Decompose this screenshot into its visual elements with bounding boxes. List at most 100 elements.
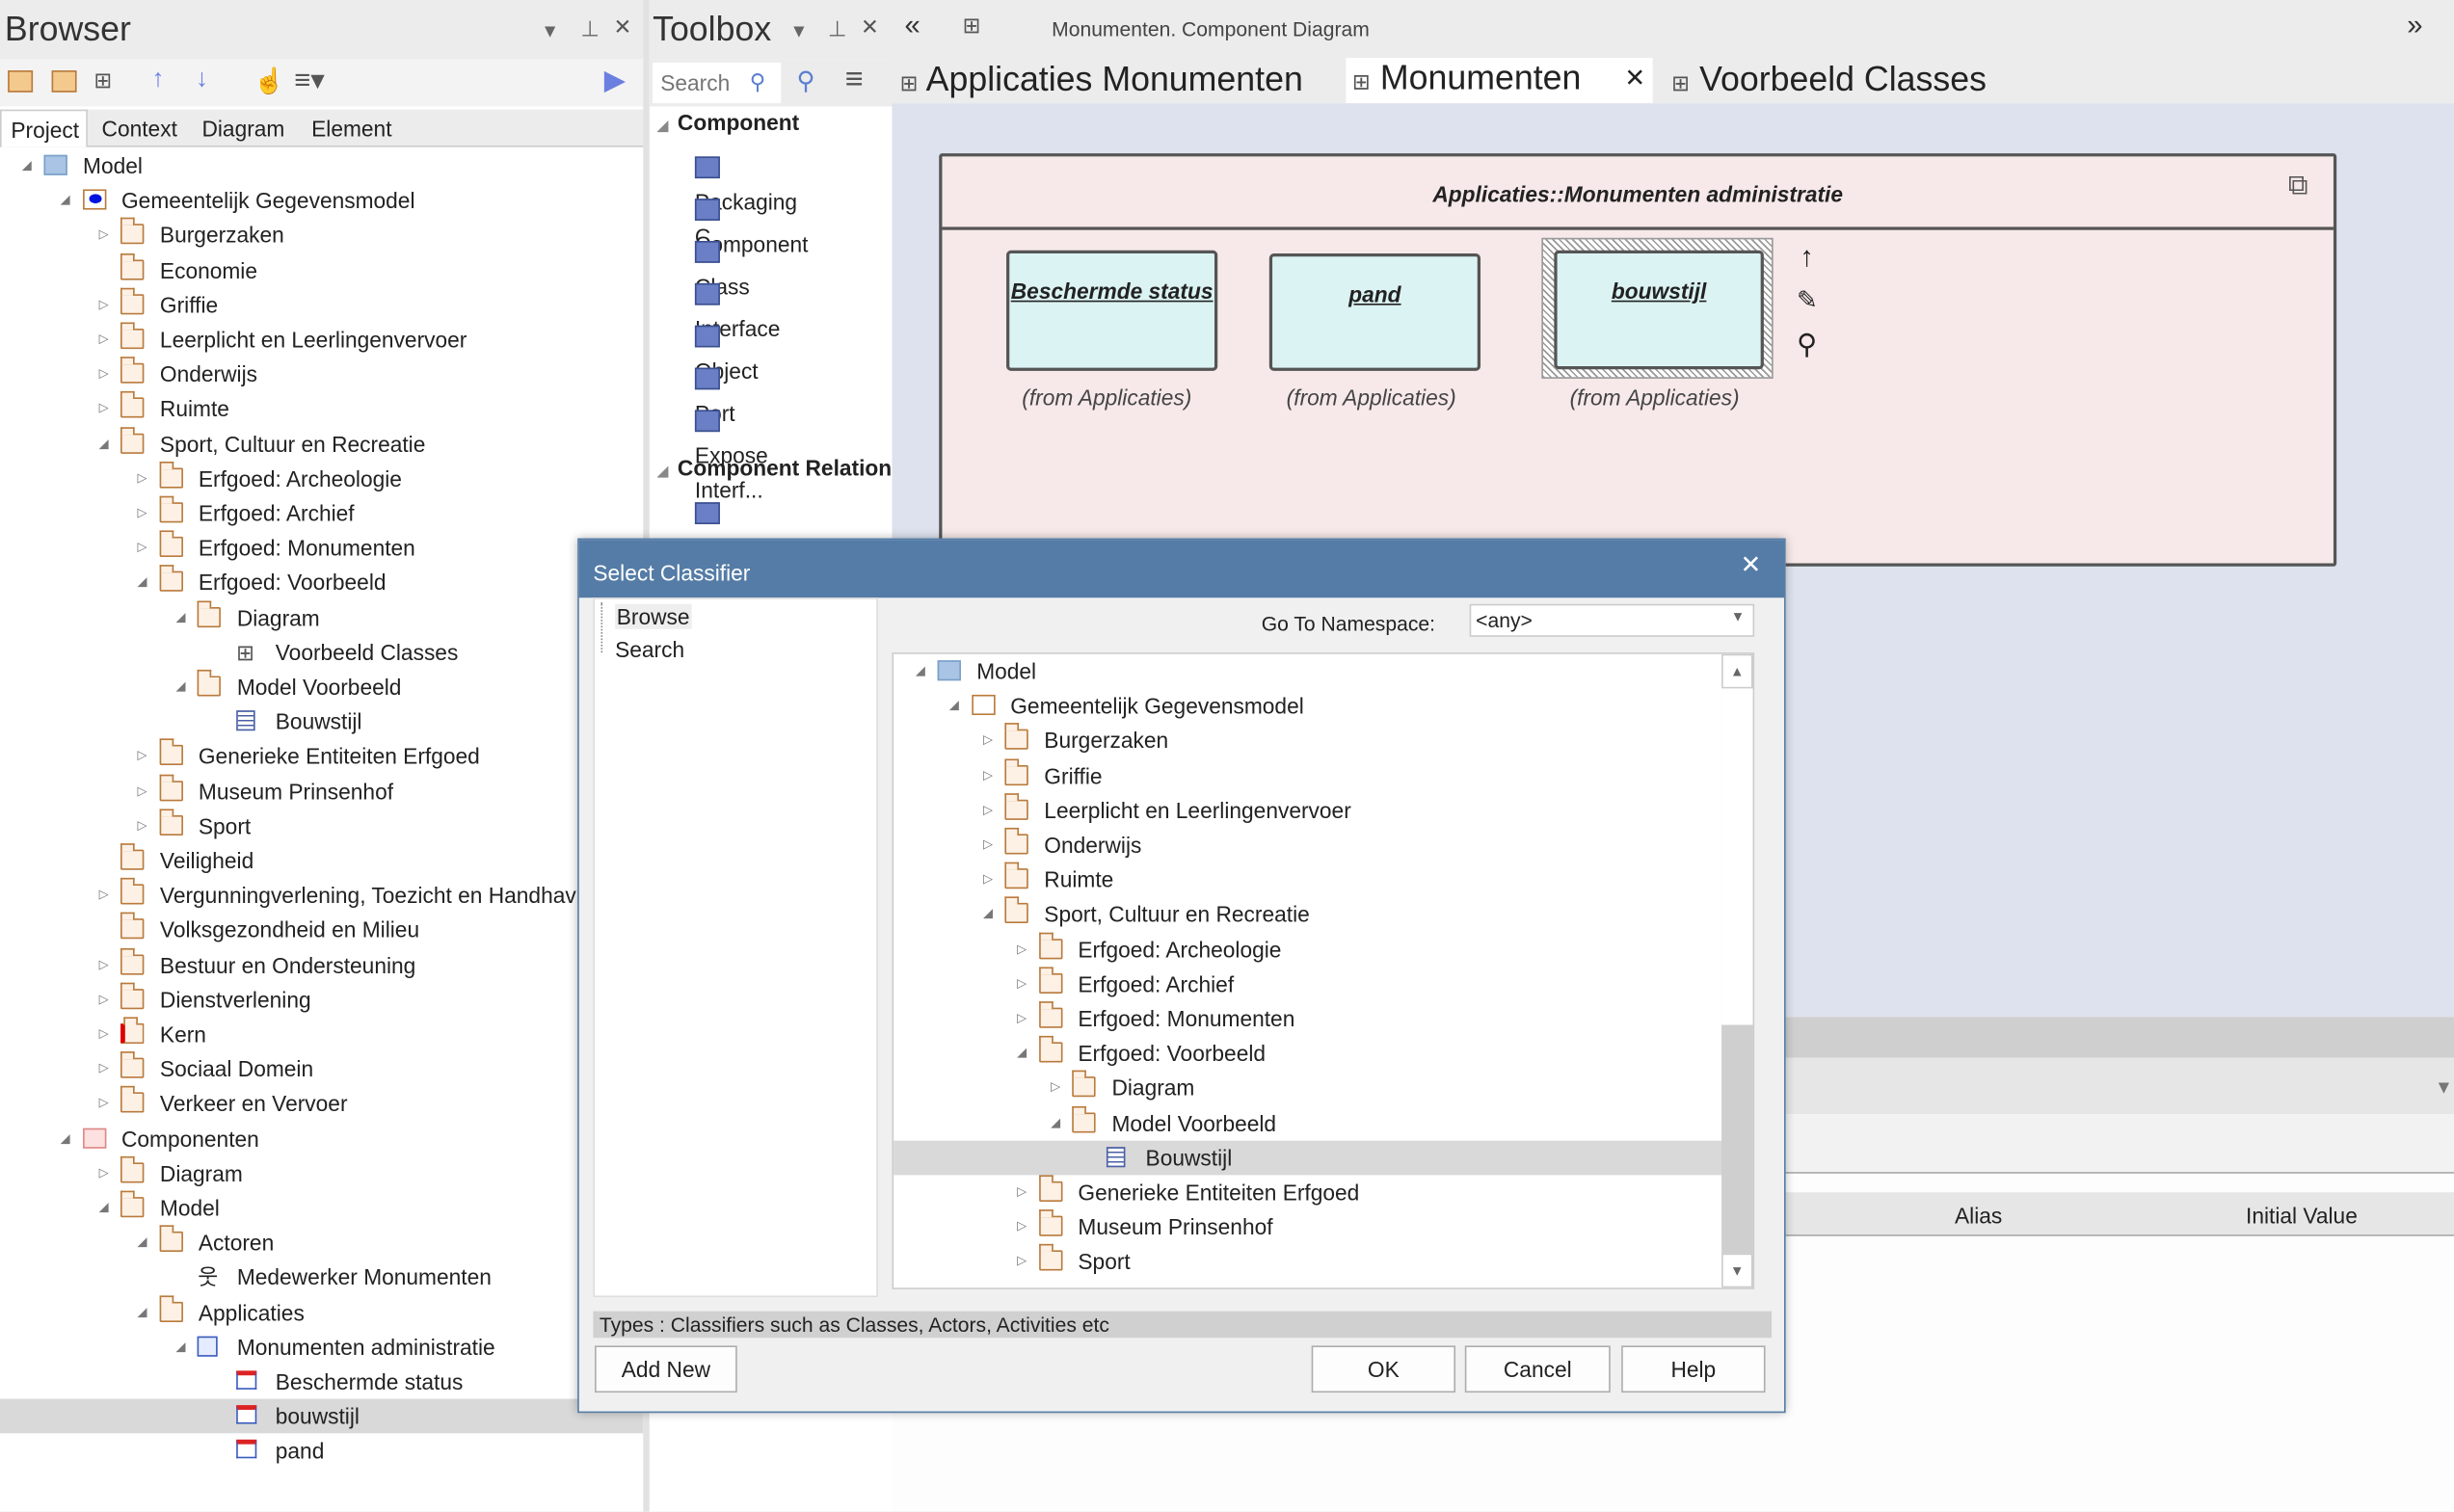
tree-item[interactable]: Economie (0, 252, 643, 287)
locate-icon[interactable]: ☝ (253, 66, 284, 96)
expand-icon[interactable]: ▷ (1017, 967, 1032, 1001)
tree-item[interactable]: ▷ Diagram (0, 1155, 643, 1191)
collapse-icon[interactable]: ◢ (138, 566, 153, 600)
add-new-button[interactable]: Add New (595, 1345, 737, 1393)
tree-item[interactable]: ◢ Gemeentelijk Gegevensmodel (0, 183, 643, 218)
collapse-icon[interactable]: ◢ (1017, 1036, 1032, 1071)
tree-item[interactable]: ▷ Generieke Entiteiten Erfgoed (894, 1175, 1723, 1209)
collapse-icon[interactable]: ◢ (657, 464, 668, 479)
expand-icon[interactable]: ▷ (138, 739, 153, 774)
expand-icon[interactable]: ▷ (99, 358, 115, 392)
move-up-icon[interactable]: ↑ (151, 66, 164, 93)
tree-item[interactable]: ▷ Verkeer en Vervoer (0, 1086, 643, 1121)
tree-item[interactable]: ▷ Museum Prinsenhof (0, 774, 643, 809)
menu-icon[interactable]: ≡▾ (294, 65, 325, 97)
tree-item[interactable]: Veiligheid (0, 843, 643, 878)
expand-icon[interactable]: ▷ (1017, 932, 1032, 967)
move-down-icon[interactable]: ↓ (196, 66, 208, 93)
nav-browse[interactable]: Browse (615, 603, 692, 629)
tree-item[interactable]: ▷ Erfgoed: Archief (894, 967, 1723, 1001)
column-initial-value[interactable]: Initial Value (2246, 1204, 2358, 1229)
collapse-icon[interactable]: ◢ (175, 670, 191, 704)
expand-icon[interactable]: ▷ (99, 1156, 115, 1191)
expand-icon[interactable]: ▷ (1017, 1244, 1032, 1279)
tree-item[interactable]: ◢ Model (894, 654, 1723, 689)
tree-item[interactable]: Beschermde status (0, 1365, 643, 1399)
tree-item[interactable]: ◢ Erfgoed: Voorbeeld (894, 1036, 1723, 1071)
search-icon[interactable]: ⚲ (750, 68, 766, 95)
tree-item[interactable]: pand (0, 1434, 643, 1469)
expand-icon[interactable]: ▷ (99, 1051, 115, 1086)
menu-icon[interactable]: ≡ (845, 63, 864, 98)
tree-item[interactable]: bouwstijl (0, 1398, 644, 1434)
close-icon[interactable]: ✕ (861, 14, 879, 41)
tree-item[interactable]: ▷ Griffie (894, 757, 1723, 793)
expand-icon[interactable]: ▷ (138, 531, 153, 566)
tree-item[interactable]: ▷ Burgerzaken (0, 218, 643, 252)
tree-item[interactable]: ◢ Erfgoed: Voorbeeld (0, 565, 643, 600)
tree-item[interactable]: ▷ Diagram (894, 1071, 1723, 1105)
pin-icon[interactable]: ⊥ (828, 15, 847, 42)
toolbox-section[interactable]: ◢ Component Relation (657, 455, 893, 480)
collapse-icon[interactable]: ◢ (1051, 1105, 1066, 1140)
expand-icon[interactable]: ▷ (99, 947, 115, 982)
collapse-icon[interactable]: ◢ (61, 183, 76, 218)
new-package-icon[interactable] (8, 70, 34, 93)
tab-voorbeeld-classes[interactable]: ⊞ Voorbeeld Classes (1671, 60, 1987, 103)
tree-item[interactable]: ▷ Leerplicht en Leerlingenvervoer (0, 322, 643, 357)
collapse-icon[interactable]: ◢ (61, 1122, 76, 1156)
class-pand[interactable]: pand (1268, 253, 1481, 371)
collapse-icon[interactable]: ◢ (99, 1191, 115, 1226)
toolbox-item[interactable]: Expose Interf... (694, 404, 768, 502)
tree-item[interactable]: ▷ Sport (894, 1244, 1723, 1279)
tree-item[interactable]: ▷ Sport (0, 809, 643, 843)
tree-item[interactable]: ▷ Leerplicht en Leerlingenvervoer (894, 792, 1723, 828)
collapse-icon[interactable]: ◢ (983, 897, 999, 932)
tab-monumenten[interactable]: ⊞ Monumenten ✕ (1346, 58, 1653, 104)
tree-item[interactable]: ◢ Model (0, 148, 643, 183)
collapse-icon[interactable]: ◢ (916, 654, 931, 689)
tree-item[interactable]: ▷ Onderwijs (894, 827, 1723, 862)
expand-icon[interactable]: ▷ (99, 322, 115, 357)
collapse-icon[interactable]: ◢ (138, 1295, 153, 1330)
pin-icon[interactable]: ⊥ (580, 15, 600, 42)
tree-item[interactable]: 웃 Medewerker Monumenten (0, 1260, 643, 1295)
tree-item[interactable]: ▷ Erfgoed: Archeologie (0, 461, 643, 496)
tree-item[interactable]: ▷ Vergunningverlening, Toezicht en Handha… (0, 878, 643, 913)
expand-icon[interactable]: ▷ (99, 982, 115, 1017)
expand-icon[interactable]: ▷ (983, 758, 999, 793)
tree-item[interactable]: ▷ Kern (0, 1017, 643, 1051)
expand-icon[interactable]: ▷ (138, 462, 153, 496)
collapse-icon[interactable]: ◢ (99, 427, 115, 462)
tree-item[interactable]: ◢ Gemeentelijk Gegevensmodel (894, 689, 1723, 724)
toolbox-item[interactable]: Component (694, 193, 808, 256)
toolbox-section[interactable]: ◢ Component (657, 110, 893, 135)
collapse-icon[interactable]: ◢ (22, 148, 38, 183)
expand-icon[interactable]: ▷ (99, 287, 115, 322)
tab-applicaties-monumenten[interactable]: ⊞ Applicaties Monumenten (900, 60, 1303, 103)
expand-icon[interactable]: ▷ (1017, 1209, 1032, 1244)
tree-item[interactable]: Bouwstijl (894, 1140, 1723, 1176)
scroll-thumb[interactable] (1721, 688, 1753, 1025)
tree-item[interactable]: ◢ Actoren (0, 1225, 643, 1260)
dropdown-icon[interactable]: ▾ (545, 17, 555, 44)
tree-item[interactable]: ▷ Burgerzaken (894, 723, 1723, 758)
play-icon[interactable]: ▶ (604, 65, 626, 97)
tree-item[interactable]: Bouwstijl (0, 704, 643, 739)
close-tab-icon[interactable]: ✕ (1624, 63, 1645, 93)
tree-item[interactable]: ◢ Sport, Cultuur en Recreatie (894, 897, 1723, 932)
expand-icon[interactable]: ▷ (138, 774, 153, 809)
tree-item[interactable]: ▷ Onderwijs (0, 357, 643, 392)
tree-item[interactable]: ◢ Model Voorbeeld (0, 669, 643, 704)
scrollbar[interactable]: ▲ ▼ (1721, 653, 1753, 1288)
tree-item[interactable]: ◢ Model Voorbeeld (894, 1105, 1723, 1140)
collapse-icon[interactable]: ◢ (175, 1330, 191, 1365)
expand-icon[interactable]: ▷ (983, 724, 999, 758)
help-button[interactable]: Help (1621, 1345, 1766, 1393)
expand-icon[interactable]: ▷ (99, 878, 115, 913)
expand-icon[interactable]: ▷ (1017, 1175, 1032, 1209)
tree-item[interactable]: ◢ Model (0, 1190, 643, 1226)
nav-search[interactable]: Search (615, 637, 684, 662)
toolbox-item[interactable]: Class (694, 235, 750, 299)
tab-diagram[interactable]: Diagram (201, 116, 284, 141)
